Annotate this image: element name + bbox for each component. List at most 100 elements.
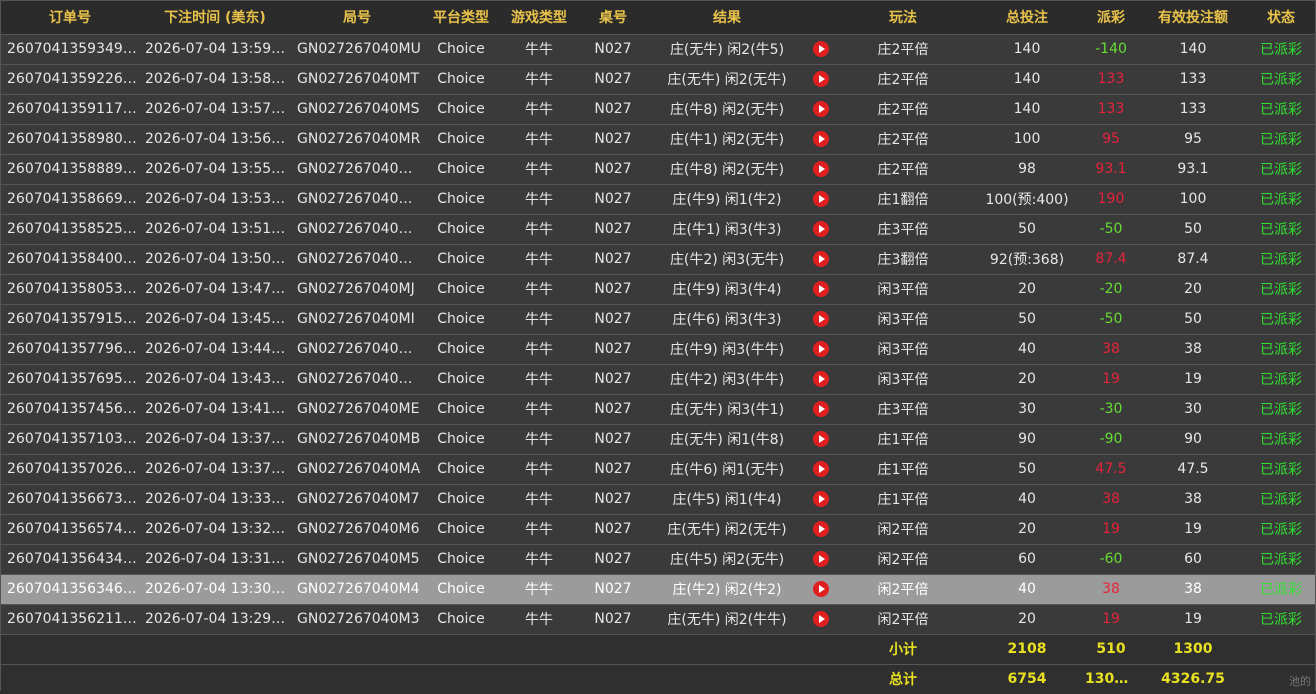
bet-time-cell: 2026-07-04 13:47:10 [145,281,291,297]
platform-cell: Choice [437,461,485,477]
table-row[interactable]: 260704135779677 2026-07-04 13:44:41 GN0272… [1,334,1315,364]
play-video-icon[interactable] [813,371,829,387]
status-cell: 已派彩 [1260,282,1302,298]
col-status[interactable]: 状态 [1247,1,1315,35]
col-round-id[interactable]: 局号 [291,1,423,35]
bet-time-cell: 2026-07-04 13:44:41 [145,341,291,357]
total-bet-cell: 100(预:400) [985,192,1069,208]
round-id-cell: GN027267040M... [297,251,423,267]
table-row[interactable]: 260704135791531 2026-07-04 13:45:51 GN0272… [1,304,1315,334]
payout-cell: 87.4 [1095,251,1127,267]
result-cell: 庄(无牛) 闲2(牛牛) [667,612,787,628]
play-video-icon[interactable] [813,521,829,537]
table-row[interactable]: 260704135888990 2026-07-04 13:55:23 GN0272… [1,154,1315,184]
table-row[interactable]: 260704135898019 2026-07-04 13:56:20 GN0272… [1,124,1315,154]
video-cell [807,184,835,214]
table-row[interactable]: 260704135769536 2026-07-04 13:43:40 GN0272… [1,364,1315,394]
col-valid-bet[interactable]: 有效投注额 [1139,1,1247,35]
play-video-icon[interactable] [813,71,829,87]
status-cell: 已派彩 [1260,312,1302,328]
payout-cell: 133 [1097,71,1125,87]
play-video-icon[interactable] [813,131,829,147]
play-video-icon[interactable] [813,221,829,237]
valid-bet-cell: 38 [1184,581,1202,597]
valid-bet-cell: 87.4 [1177,251,1209,267]
table-row[interactable]: 260704135840098 2026-07-04 13:50:33 GN0272… [1,244,1315,274]
table-row[interactable]: 260704135634630 2026-07-04 13:30:20 GN0272… [1,574,1315,604]
round-id-cell: GN027267040MU [297,41,421,57]
table-row[interactable]: 260704135621180 2026-07-04 13:29:01 GN0272… [1,604,1315,634]
table-row[interactable]: 260704135934987 2026-07-04 13:59:50 GN0272… [1,34,1315,64]
round-id-cell: GN027267040MQ [297,161,422,177]
bet-time-cell: 2026-07-04 13:57:36 [145,101,291,117]
order-id-cell: 260704135888990 [7,161,139,177]
platform-cell: Choice [437,401,485,417]
table-row[interactable]: 260704135866976 2026-07-04 13:53:09 GN0272… [1,184,1315,214]
table-row[interactable]: 260704135643490 2026-07-04 13:31:14 GN0272… [1,544,1315,574]
play-video-icon[interactable] [813,401,829,417]
play-video-icon[interactable] [813,161,829,177]
table-row[interactable]: 260704135805300 2026-07-04 13:47:10 GN0272… [1,274,1315,304]
play-video-icon[interactable] [813,461,829,477]
bet-type-cell: 闲2平倍 [877,552,929,568]
play-video-icon[interactable] [813,41,829,57]
result-cell: 庄(牛8) 闲2(无牛) [669,162,785,178]
play-video-icon[interactable] [813,101,829,117]
table-row[interactable]: 260704135922643 2026-07-04 13:58:40 GN0272… [1,64,1315,94]
valid-bet-cell: 133 [1179,71,1207,87]
grandtotal-payout: 1306.9 [1085,671,1139,688]
play-video-icon[interactable] [813,251,829,267]
order-id-cell: 260704135667318 [7,491,139,507]
game-type-cell: 牛牛 [525,252,553,268]
play-video-icon[interactable] [813,311,829,327]
result-cell: 庄(牛6) 闲1(无牛) [669,462,785,478]
table-row[interactable]: 260704135852556 2026-07-04 13:51:47 GN0272… [1,214,1315,244]
payout-cell: -50 [1099,221,1123,237]
table-no-cell: N027 [594,311,632,327]
bet-type-cell: 庄2平倍 [877,102,929,118]
col-game-type[interactable]: 游戏类型 [499,1,579,35]
col-table-no[interactable]: 桌号 [579,1,647,35]
video-cell [807,304,835,334]
table-row[interactable]: 260704135667318 2026-07-04 13:33:29 GN0272… [1,484,1315,514]
valid-bet-cell: 95 [1184,131,1202,147]
payout-cell: 19 [1102,611,1120,627]
col-bet-time[interactable]: 下注时间 (美东) [139,1,291,35]
bet-type-cell: 闲2平倍 [877,582,929,598]
payout-cell: 38 [1102,581,1120,597]
platform-cell: Choice [437,341,485,357]
result-cell: 庄(无牛) 闲1(牛8) [669,432,785,448]
play-video-icon[interactable] [813,281,829,297]
col-payout[interactable]: 派彩 [1083,1,1139,35]
col-bet-type[interactable]: 玩法 [835,1,971,35]
col-result[interactable]: 结果 [647,1,807,35]
play-video-icon[interactable] [813,611,829,627]
table-row[interactable]: 260704135702620 2026-07-04 13:37:00 GN0272… [1,454,1315,484]
total-bet-cell: 140 [1013,71,1041,87]
table-no-cell: N027 [594,221,632,237]
col-order-id[interactable]: 订单号 [1,1,139,35]
header-row: 订单号 下注时间 (美东) 局号 平台类型 游戏类型 桌号 结果 玩法 总投注 … [1,1,1315,35]
video-cell [807,484,835,514]
play-video-icon[interactable] [813,581,829,597]
game-type-cell: 牛牛 [525,312,553,328]
play-video-icon[interactable] [813,551,829,567]
col-platform[interactable]: 平台类型 [423,1,499,35]
result-cell: 庄(牛8) 闲2(无牛) [669,102,785,118]
platform-cell: Choice [437,131,485,147]
table-row[interactable]: 260704135657446 2026-07-04 13:32:30 GN0272… [1,514,1315,544]
valid-bet-cell: 50 [1184,221,1202,237]
bet-time-cell: 2026-07-04 13:32:30 [145,521,291,537]
table-no-cell: N027 [594,551,632,567]
table-row[interactable]: 260704135710335 2026-07-04 13:37:50 GN0272… [1,424,1315,454]
table-row[interactable]: 260704135745657 2026-07-04 13:41:19 GN0272… [1,394,1315,424]
play-video-icon[interactable] [813,341,829,357]
table-row[interactable]: 260704135911709 2026-07-04 13:57:36 GN0272… [1,94,1315,124]
result-cell: 庄(无牛) 闲3(牛1) [669,402,785,418]
play-video-icon[interactable] [813,431,829,447]
bet-time-cell: 2026-07-04 13:59:50 [145,41,291,57]
valid-bet-cell: 140 [1179,41,1207,57]
play-video-icon[interactable] [813,491,829,507]
col-total-bet[interactable]: 总投注 [971,1,1083,35]
play-video-icon[interactable] [813,191,829,207]
